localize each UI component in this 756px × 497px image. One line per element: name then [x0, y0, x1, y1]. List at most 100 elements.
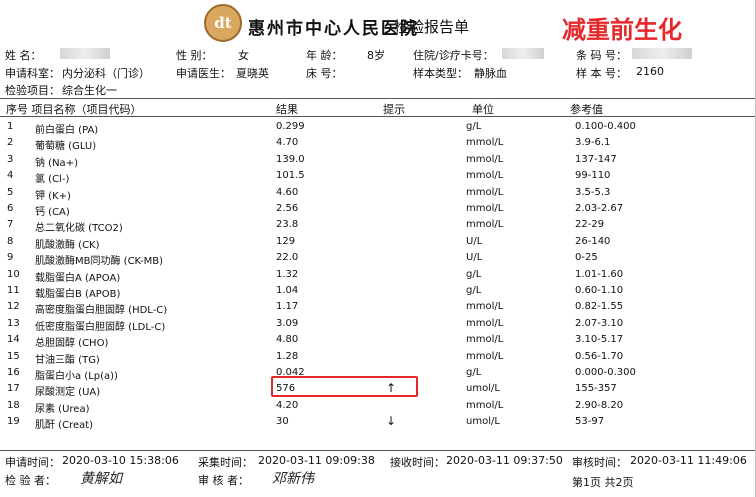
receive-time-value: 2020-03-11 09:37:50 — [446, 454, 563, 467]
result-value: 2.56 — [276, 203, 299, 214]
unit: mmol/L — [466, 219, 504, 231]
unit: mmol/L — [466, 137, 504, 149]
result-value: 3.09 — [276, 317, 299, 329]
unit: g/L — [466, 121, 482, 132]
redacted-name — [60, 48, 110, 59]
sex-value: 女 — [238, 49, 249, 62]
unit: umol/L — [466, 416, 500, 428]
result-value: 4.70 — [276, 137, 299, 149]
apply-time-label: 申请时间： — [5, 456, 60, 469]
row-number: 11 — [7, 285, 20, 296]
reference-range: 0.100-0.400 — [575, 121, 636, 132]
test-name: 钠 (Na+) — [35, 157, 78, 169]
reviewer-signature: 邓新伟 — [272, 471, 314, 487]
report-title: 检验报告单 — [394, 18, 470, 36]
result-value: 139.0 — [276, 153, 305, 165]
test-name: 葡萄糖 (GLU) — [35, 141, 97, 153]
test-name: 尿酸测定 (UA) — [35, 387, 101, 399]
row-number: 17 — [7, 383, 20, 395]
reference-range: 137-147 — [575, 153, 617, 165]
doctor-value: 夏晓英 — [236, 67, 269, 80]
reference-range: 155-357 — [575, 383, 617, 395]
test-item-label: 检验项目： — [5, 84, 60, 97]
tester-signature: 黄解如 — [80, 471, 122, 487]
sex-label: 性 别： — [176, 49, 213, 62]
reference-range: 2.90-8.20 — [575, 399, 624, 411]
test-name: 肌酐 (Creat) — [35, 420, 94, 432]
table-row: 7 总二氧化碳 (TCO2) 23.8 mmol/L 22-29 — [0, 217, 756, 234]
row-number: 8 — [7, 235, 14, 247]
collect-time-value: 2020-03-11 09:09:38 — [258, 454, 375, 467]
redacted-barcode — [632, 48, 692, 59]
barcode-label: 条 码 号： — [576, 49, 627, 62]
unit: g/L — [466, 367, 482, 378]
row-number: 6 — [7, 203, 14, 214]
unit: mmol/L — [466, 350, 504, 362]
table-row: 15 甘油三酯 (TG) 1.28 mmol/L 0.56-1.70 — [0, 349, 756, 366]
result-value: 1.28 — [276, 350, 299, 362]
row-number: 19 — [7, 416, 20, 428]
table-row: 5 钾 (K+) 4.60 mmol/L 3.5-5.3 — [0, 185, 756, 202]
col-header-name: 序号 项目名称（项目代码） — [6, 103, 142, 116]
receive-time-label: 接收时间： — [390, 456, 445, 469]
row-number: 7 — [7, 219, 14, 231]
result-value: 30 — [276, 416, 289, 428]
unit: umol/L — [466, 383, 500, 395]
row-number: 10 — [7, 268, 20, 280]
redacted-admission-no — [502, 48, 544, 59]
row-number: 12 — [7, 301, 20, 313]
test-name: 肌酸激酶 (CK) — [35, 239, 100, 251]
table-row: 18 尿素 (Urea) 4.20 mmol/L 2.90-8.20 — [0, 398, 756, 415]
sample-type-value: 静脉血 — [474, 67, 507, 80]
test-name: 钙 (CA) — [35, 207, 70, 218]
unit: mmol/L — [466, 203, 504, 214]
unit: g/L — [466, 268, 482, 280]
reference-range: 3.5-5.3 — [575, 186, 611, 198]
row-number: 13 — [7, 317, 20, 329]
row-number: 18 — [7, 399, 20, 411]
test-name: 钾 (K+) — [35, 190, 71, 202]
age-value: 8岁 — [367, 49, 385, 62]
reference-range: 99-110 — [575, 170, 611, 182]
annotation-tag: 减重前生化 — [562, 16, 682, 44]
table-row: 11 载脂蛋白B (APOB) 1.04 g/L 0.60-1.10 — [0, 283, 756, 300]
table-row: 6 钙 (CA) 2.56 mmol/L 2.03-2.67 — [0, 201, 756, 218]
result-value: 4.80 — [276, 334, 299, 346]
result-value: 1.04 — [276, 285, 299, 296]
result-value: 101.5 — [276, 170, 305, 182]
review-time-value: 2020-03-11 11:49:06 — [630, 454, 747, 467]
row-number: 2 — [7, 137, 14, 149]
result-value: 23.8 — [276, 219, 299, 231]
table-row: 3 钠 (Na+) 139.0 mmol/L 137-147 — [0, 152, 756, 169]
row-number: 5 — [7, 186, 14, 198]
unit: mmol/L — [466, 334, 504, 346]
test-name: 前白蛋白 (PA) — [35, 125, 99, 136]
reference-range: 1.01-1.60 — [575, 268, 624, 280]
row-number: 3 — [7, 153, 14, 165]
result-value: 129 — [276, 235, 296, 247]
col-header-reference: 参考值 — [570, 103, 603, 116]
row-number: 9 — [7, 252, 14, 264]
unit: mmol/L — [466, 153, 504, 165]
result-value: 4.20 — [276, 399, 299, 411]
department-label: 申请科室： — [5, 67, 60, 80]
test-name: 甘油三酯 (TG) — [35, 354, 100, 366]
row-number: 1 — [7, 121, 14, 132]
result-value: 1.32 — [276, 268, 299, 280]
reference-range: 3.10-5.17 — [575, 334, 624, 346]
review-time-label: 审核时间： — [572, 456, 627, 469]
reference-range: 0.60-1.10 — [575, 285, 624, 296]
test-name: 尿素 (Urea) — [35, 403, 90, 415]
unit: mmol/L — [466, 399, 504, 411]
table-row: 19 肌酐 (Creat) 30 ↓ umol/L 53-97 — [0, 414, 756, 432]
reference-range: 0.000-0.300 — [575, 367, 636, 378]
table-row: 9 肌酸激酶MB同功酶 (CK-MB) 22.0 U/L 0-25 — [0, 250, 756, 267]
department-value: 内分泌科（门诊） — [62, 67, 150, 80]
reference-range: 0-25 — [575, 252, 598, 264]
age-label: 年 龄： — [306, 49, 343, 62]
table-row: 4 氯 (Cl-) 101.5 mmol/L 99-110 — [0, 168, 756, 185]
unit: mmol/L — [466, 301, 504, 313]
table-row: 13 低密度脂蛋白胆固醇 (LDL-C) 3.09 mmol/L 2.07-3.10 — [0, 316, 756, 333]
table-row: 12 高密度脂蛋白胆固醇 (HDL-C) 1.17 mmol/L 0.82-1.55 — [0, 299, 756, 316]
name-label: 姓 名： — [5, 49, 42, 62]
